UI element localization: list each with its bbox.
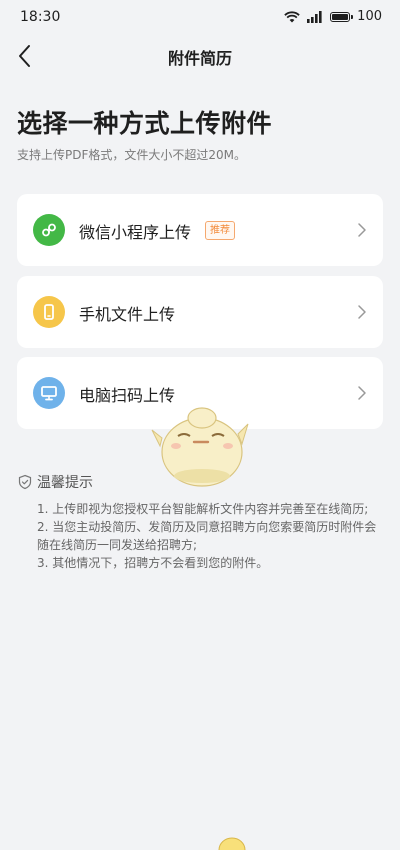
battery-level: 100 [357,9,382,24]
tip-line: 3. 其他情况下，招聘方不会看到您的附件。 [37,556,269,570]
tip-line: 随在线简历一同发送给招聘方; [37,538,198,552]
tips-title: 温馨提示 [37,475,93,491]
page-subtitle: 支持上传PDF格式，文件大小不超过20M。 [17,148,247,162]
mascot-illustration [151,407,249,487]
tip-line: 1. 上传即视为您授权平台智能解析文件内容并完善至在线简历; [37,502,369,516]
option-phone-file[interactable]: 手机文件上传 [17,276,383,348]
nav-bar: 附件简历 [0,34,400,78]
chevron-right-icon [358,223,366,237]
option-label: 微信小程序上传 [79,223,192,242]
status-time: 18:30 [20,9,61,25]
chevron-right-icon [358,386,366,400]
wifi-icon [284,10,300,22]
shield-check-icon [18,474,32,490]
tip-line: 2. 当您主动投简历、发简历及同意招聘方向您索要简历时附件会 [37,520,377,534]
phone-icon [33,296,65,328]
status-bar: 18:30 100 [0,0,400,34]
tips-header: 温馨提示 [17,472,93,492]
recommend-badge: 推荐 [205,221,235,240]
option-wechat-mini-program[interactable]: 微信小程序上传 推荐 [17,194,383,266]
signal-icon [307,10,322,23]
mini-program-icon [33,214,65,246]
computer-icon [33,377,65,409]
tips-list: 1. 上传即视为您授权平台智能解析文件内容并完善至在线简历; 2. 当您主动投简… [37,500,387,572]
option-label: 手机文件上传 [79,305,176,324]
chevron-right-icon [358,305,366,319]
status-indicators: 100 [284,9,382,24]
battery-icon [330,11,354,22]
nav-title: 附件简历 [167,49,232,68]
page-title: 选择一种方式上传附件 [17,109,273,138]
